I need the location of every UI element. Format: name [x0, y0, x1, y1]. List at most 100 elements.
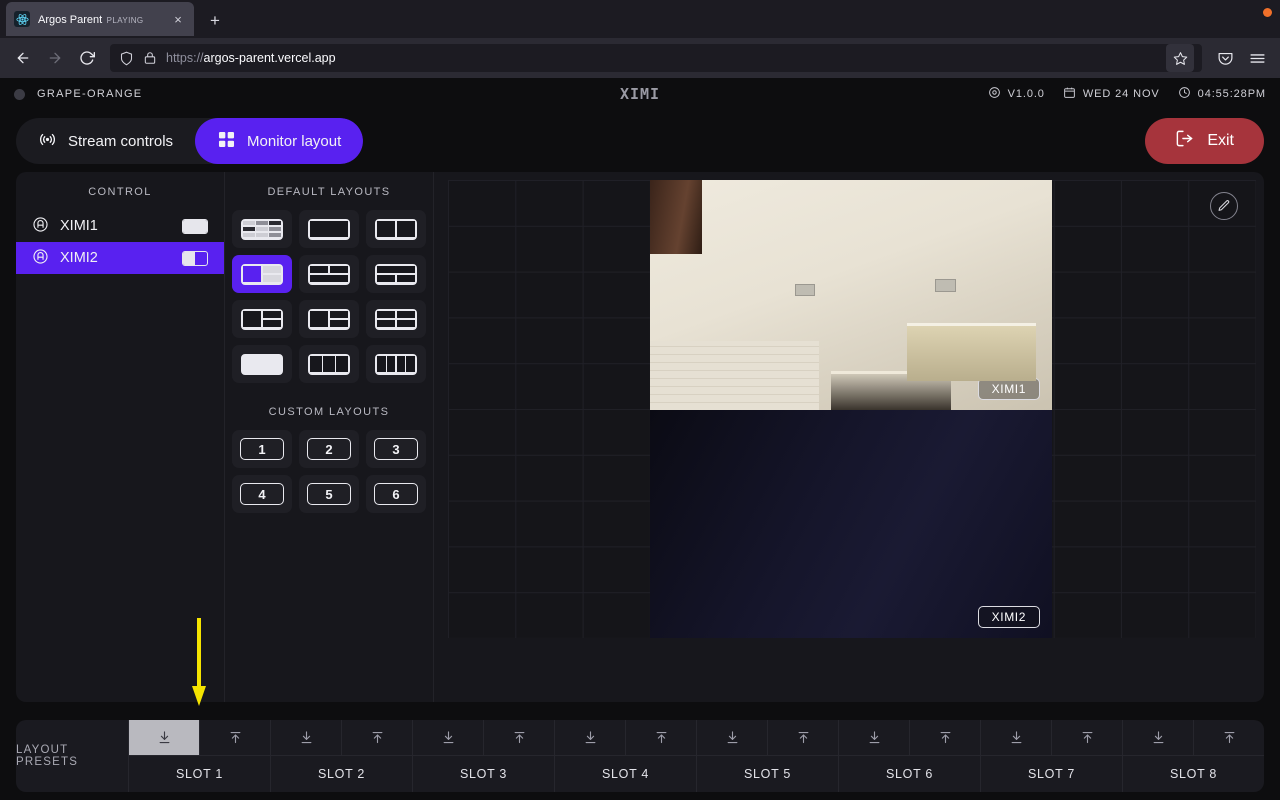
download-icon[interactable] [271, 720, 341, 755]
slot-actions [555, 720, 696, 756]
layout-option-single[interactable] [299, 210, 359, 248]
lock-icon[interactable] [142, 50, 158, 66]
layout-option-two-columns[interactable] [366, 210, 426, 248]
preset-slot-7: SLOT 7 [980, 720, 1122, 792]
shield-icon[interactable] [118, 50, 134, 66]
device-name: XIMI1 [60, 218, 98, 234]
upload-icon[interactable] [1193, 720, 1264, 755]
slot-name: SLOT 2 [317, 767, 366, 781]
layout-workspace-panel: CONTROL XIMI1 XIMI2 DEFAULT LAYOUTS CUST… [16, 172, 1264, 702]
pencil-icon[interactable] [1210, 192, 1238, 220]
video-texture [830, 370, 952, 410]
preset-slots: SLOT 1 SLOT 2 SLOT 3 SLOT 4 SLOT 5 SLOT … [128, 720, 1264, 792]
tab-stream-controls[interactable]: Stream controls [16, 118, 195, 164]
exit-button[interactable]: Exit [1145, 118, 1264, 164]
device-layout-indicator [182, 218, 208, 234]
video-texture [650, 341, 819, 410]
layout-thumb [308, 308, 350, 330]
layout-option-left-main-right-stack[interactable] [232, 255, 292, 293]
layout-thumb [375, 218, 417, 240]
custom-layout-1[interactable]: 1 [232, 430, 292, 468]
layout-thumb [241, 308, 283, 330]
download-icon[interactable] [413, 720, 483, 755]
device-row-ximi2[interactable]: XIMI2 [16, 242, 224, 274]
layout-option-quad[interactable] [366, 300, 426, 338]
device-row-ximi1[interactable]: XIMI1 [16, 210, 224, 242]
preview-pane-ximi1[interactable]: XIMI1 [650, 180, 1052, 410]
control-heading: CONTROL [88, 186, 152, 198]
custom-layout-label: 6 [374, 483, 418, 505]
layout-option-left-stack-right-main[interactable] [232, 300, 292, 338]
status-bar-left: GRAPE-ORANGE [14, 88, 142, 100]
upload-icon[interactable] [767, 720, 838, 755]
monitor-preview-stage[interactable]: XIMI1 XIMI2 [448, 180, 1256, 638]
pocket-icon[interactable] [1210, 44, 1240, 72]
url-scheme: https:// [166, 51, 204, 65]
upload-icon[interactable] [1051, 720, 1122, 755]
reload-button[interactable] [72, 44, 102, 72]
date-indicator: WED 24 NOV [1063, 86, 1160, 102]
upload-icon[interactable] [199, 720, 270, 755]
custom-layout-5[interactable]: 5 [299, 475, 359, 513]
exit-label: Exit [1207, 132, 1234, 149]
layout-thumb [375, 353, 417, 375]
layout-option-one-top-two-bottom[interactable] [366, 255, 426, 293]
preset-slot-1: SLOT 1 [128, 720, 270, 792]
download-icon[interactable] [981, 720, 1051, 755]
hamburger-menu-icon[interactable] [1242, 44, 1272, 72]
download-icon[interactable] [1123, 720, 1193, 755]
preset-slot-8: SLOT 8 [1122, 720, 1264, 792]
preset-slot-5: SLOT 5 [696, 720, 838, 792]
time-label: 04:55:28PM [1197, 88, 1266, 100]
slot-name: SLOT 8 [1169, 767, 1218, 781]
custom-layouts-grid: 1 2 3 4 5 6 [225, 430, 433, 513]
layout-option-left-main-two-right[interactable] [299, 300, 359, 338]
layout-option-grid-mixed[interactable] [232, 210, 292, 248]
browser-tab[interactable]: Argos Parent PLAYING × [6, 2, 194, 36]
download-icon[interactable] [697, 720, 767, 755]
default-layouts-grid [225, 210, 433, 383]
layout-thumb [308, 263, 350, 285]
slot-name: SLOT 1 [175, 767, 224, 781]
calendar-icon [1063, 86, 1076, 102]
new-tab-button[interactable]: + [202, 8, 228, 34]
forward-button[interactable] [40, 44, 70, 72]
preview-pane-ximi2[interactable]: XIMI2 [650, 410, 1052, 638]
custom-layout-4[interactable]: 4 [232, 475, 292, 513]
layout-option-three-columns-thin[interactable] [232, 345, 292, 383]
layout-option-three-columns[interactable] [299, 345, 359, 383]
slot-actions [413, 720, 554, 756]
control-column: CONTROL XIMI1 XIMI2 [16, 172, 224, 702]
preset-slot-4: SLOT 4 [554, 720, 696, 792]
custom-layout-label: 3 [374, 438, 418, 460]
tab-stream-controls-label: Stream controls [68, 132, 174, 150]
view-tab-group: Stream controls Monitor layout [16, 118, 364, 164]
device-icon [32, 216, 49, 237]
slot-actions [271, 720, 412, 756]
preview-pane-label: XIMI2 [977, 606, 1040, 628]
layout-thumb [241, 353, 283, 375]
upload-icon[interactable] [483, 720, 554, 755]
back-button[interactable] [8, 44, 38, 72]
upload-icon[interactable] [625, 720, 696, 755]
tab-monitor-layout[interactable]: Monitor layout [195, 118, 364, 164]
address-bar[interactable]: https://argos-parent.vercel.app [110, 44, 1202, 72]
layout-option-two-top-one-bottom[interactable] [299, 255, 359, 293]
custom-layout-2[interactable]: 2 [299, 430, 359, 468]
download-icon[interactable] [555, 720, 625, 755]
custom-layout-6[interactable]: 6 [366, 475, 426, 513]
layout-thumb [241, 263, 283, 285]
star-icon[interactable] [1166, 44, 1194, 72]
download-icon[interactable] [129, 720, 199, 755]
preview-column: XIMI1 XIMI2 [434, 172, 1264, 702]
tab-monitor-layout-label: Monitor layout [247, 132, 342, 150]
upload-icon[interactable] [909, 720, 980, 755]
site-name: GRAPE-ORANGE [37, 88, 143, 100]
download-icon[interactable] [839, 720, 909, 755]
layout-option-four-columns[interactable] [366, 345, 426, 383]
upload-icon[interactable] [341, 720, 412, 755]
slot-name: SLOT 6 [885, 767, 934, 781]
custom-layout-3[interactable]: 3 [366, 430, 426, 468]
close-icon[interactable]: × [170, 11, 186, 27]
tab-title: Argos Parent [38, 13, 103, 26]
